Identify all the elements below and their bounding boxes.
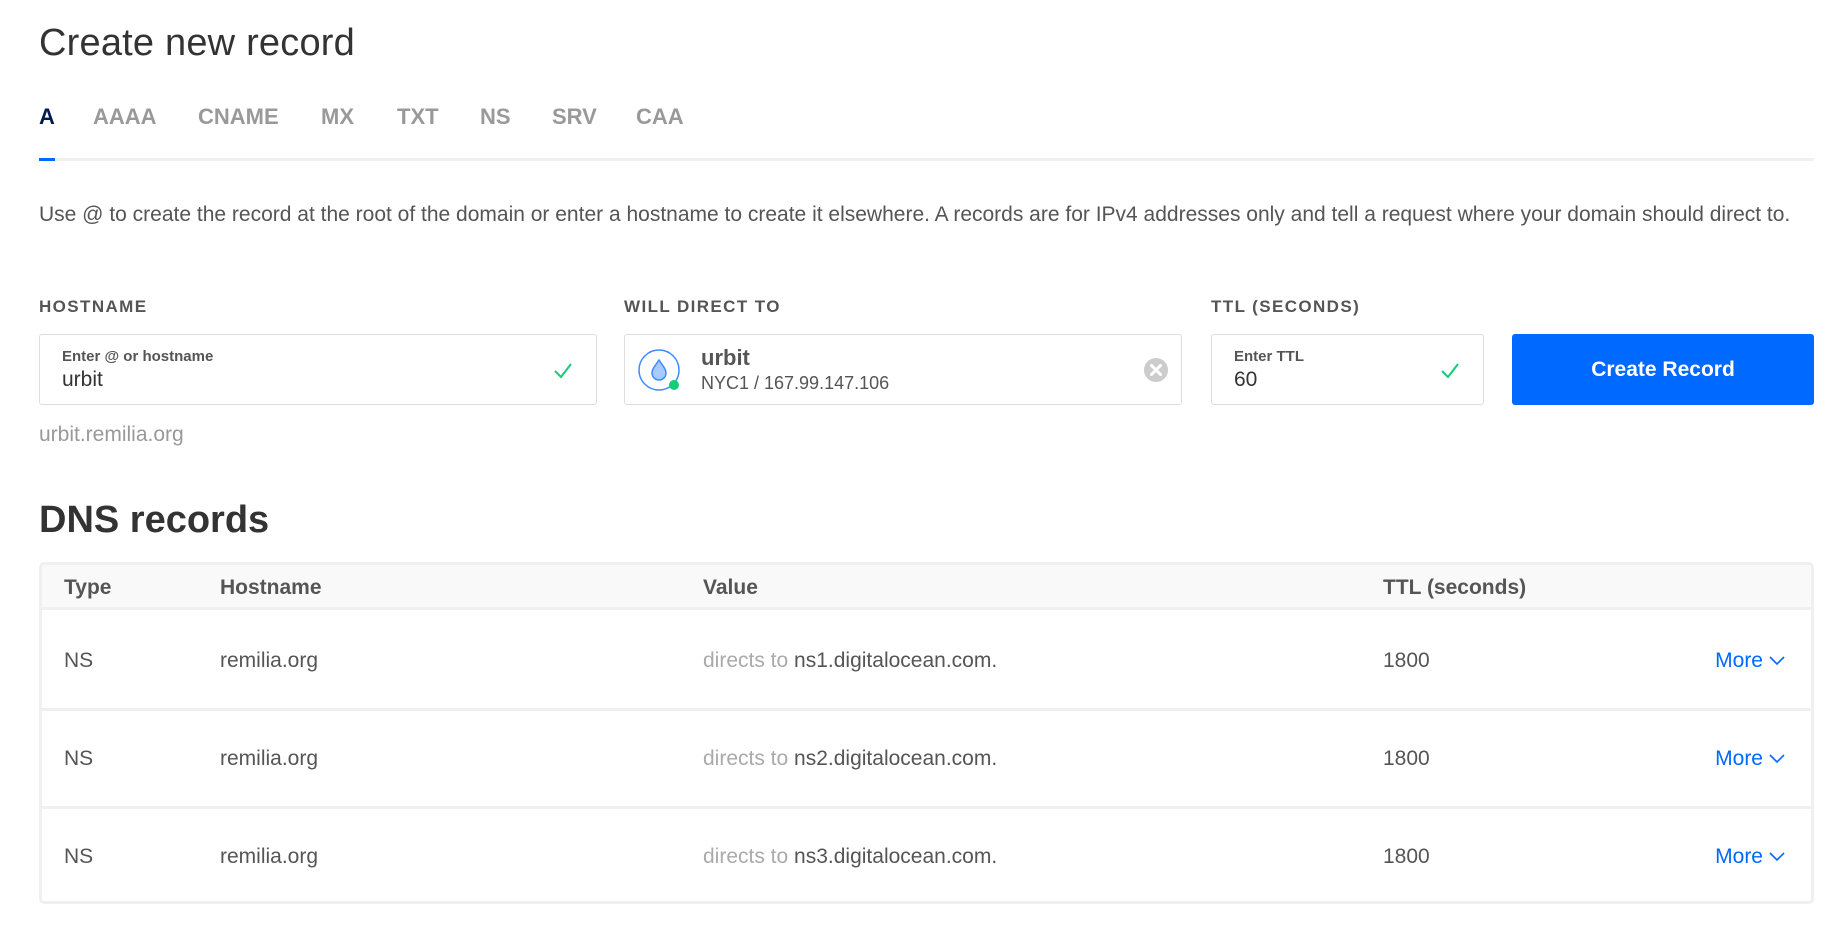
value-target: ns2.digitalocean.com. (794, 747, 998, 770)
tab-mx[interactable]: MX (321, 104, 354, 130)
column-header-ttl: TTL (seconds) (1383, 576, 1527, 599)
check-icon (554, 363, 572, 379)
droplet-icon (638, 349, 680, 391)
ttl-label: TTL (SECONDS) (1211, 297, 1361, 316)
record-ttl: 1800 (1383, 649, 1430, 672)
record-type: NS (64, 845, 94, 868)
tab-cname[interactable]: CNAME (198, 104, 279, 130)
chevron-down-icon (1769, 754, 1785, 764)
direct-to-label: WILL DIRECT TO (624, 297, 781, 316)
hostname-field[interactable]: Enter @ or hostname (39, 334, 597, 405)
ttl-field[interactable]: Enter TTL (1211, 334, 1484, 405)
value-target: ns1.digitalocean.com. (794, 649, 998, 672)
column-header-type: Type (64, 576, 112, 599)
tab-divider (39, 158, 1814, 161)
record-value: directs to ns1.digitalocean.com. (703, 649, 997, 673)
chevron-down-icon (1769, 656, 1785, 666)
record-value: directs to ns2.digitalocean.com. (703, 747, 997, 771)
ttl-input[interactable] (1234, 368, 1414, 392)
create-record-button[interactable]: Create Record (1512, 334, 1814, 405)
more-menu-button[interactable]: More (1715, 649, 1785, 673)
value-prefix: directs to (703, 747, 789, 770)
tab-ns[interactable]: NS (480, 104, 511, 130)
active-tab-indicator (39, 158, 55, 161)
more-menu-button[interactable]: More (1715, 845, 1785, 869)
dns-records-title: DNS records (39, 499, 270, 541)
more-menu-button[interactable]: More (1715, 747, 1785, 771)
record-ttl: 1800 (1383, 747, 1430, 770)
record-hostname: remilia.org (220, 747, 319, 770)
check-icon (1441, 363, 1459, 379)
record-description: Use @ to create the record at the root o… (39, 203, 1791, 226)
tab-srv[interactable]: SRV (552, 104, 597, 130)
record-ttl: 1800 (1383, 845, 1430, 868)
more-label: More (1715, 845, 1763, 868)
ttl-placeholder-label: Enter TTL (1234, 348, 1304, 365)
dns-records-table: Type Hostname Value TTL (seconds) NS rem… (39, 562, 1814, 904)
hostname-fqdn-preview: urbit.remilia.org (39, 423, 184, 446)
direct-to-field[interactable]: urbit NYC1 / 167.99.147.106 (624, 334, 1182, 405)
record-hostname: remilia.org (220, 845, 319, 868)
droplet-region-ip: NYC1 / 167.99.147.106 (701, 373, 890, 393)
column-header-value: Value (703, 576, 758, 599)
record-type: NS (64, 649, 94, 672)
value-prefix: directs to (703, 649, 789, 672)
online-status-dot (669, 380, 679, 390)
record-type: NS (64, 747, 94, 770)
table-row: NS remilia.org directs to ns3.digitaloce… (42, 809, 1811, 901)
table-header: Type Hostname Value TTL (seconds) (42, 565, 1811, 610)
hostname-label: HOSTNAME (39, 297, 148, 316)
tab-aaaa[interactable]: AAAA (93, 104, 157, 130)
record-hostname: remilia.org (220, 649, 319, 672)
droplet-name: urbit (701, 345, 750, 370)
value-prefix: directs to (703, 845, 789, 868)
more-label: More (1715, 649, 1763, 672)
value-target: ns3.digitalocean.com. (794, 845, 998, 868)
record-type-tabs: A AAAA CNAME MX TXT NS SRV CAA (39, 104, 1814, 162)
record-value: directs to ns3.digitalocean.com. (703, 845, 997, 869)
tab-txt[interactable]: TXT (397, 104, 439, 130)
clear-icon[interactable] (1143, 357, 1169, 383)
table-row: NS remilia.org directs to ns1.digitaloce… (42, 613, 1811, 711)
more-label: More (1715, 747, 1763, 770)
table-row: NS remilia.org directs to ns2.digitaloce… (42, 711, 1811, 809)
column-header-hostname: Hostname (220, 576, 322, 599)
hostname-input[interactable] (62, 368, 462, 392)
hostname-placeholder-label: Enter @ or hostname (62, 348, 214, 365)
chevron-down-icon (1769, 852, 1785, 862)
tab-a[interactable]: A (39, 104, 55, 130)
page-title: Create new record (39, 22, 355, 64)
tab-caa[interactable]: CAA (636, 104, 684, 130)
